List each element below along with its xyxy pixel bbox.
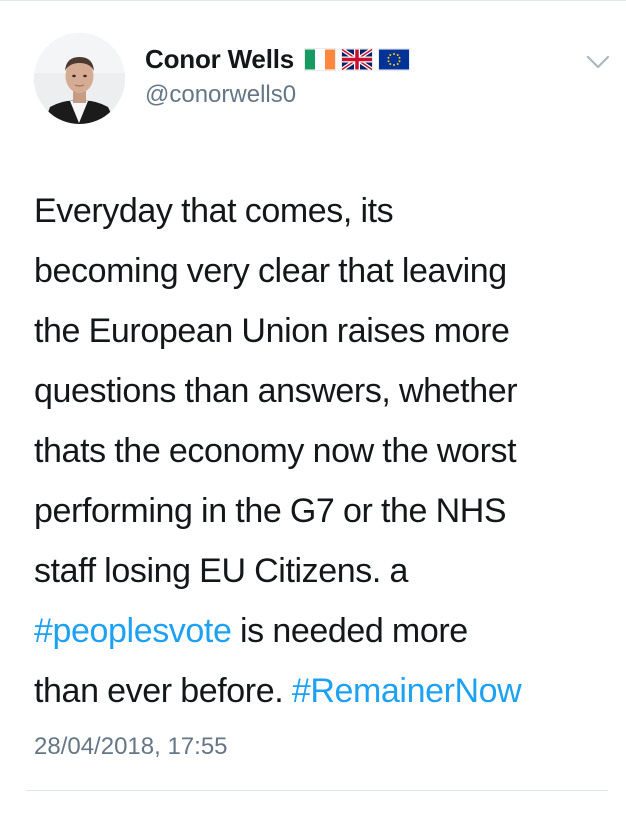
author-display-name[interactable]: Conor Wells	[145, 44, 294, 75]
eu-flag-icon	[378, 47, 411, 71]
tweet-text: Everyday that comes, its becoming very c…	[34, 181, 609, 721]
tweet-text-fragment: is needed more	[231, 612, 468, 650]
tweet-text-line: staff losing EU Citizens. a	[34, 552, 408, 590]
flag-emojis	[304, 47, 411, 71]
author-name-row: Conor Wells	[145, 44, 411, 75]
avatar-photo	[34, 33, 125, 124]
chevron-down-icon[interactable]	[585, 52, 611, 72]
tweet-text-line: questions than answers, whether	[34, 372, 518, 410]
hashtag-link-remainernow[interactable]: #RemainerNow	[292, 672, 522, 710]
author-handle[interactable]: @conorwells0	[145, 81, 296, 109]
bottom-divider	[26, 790, 608, 791]
tweet-text-line: #peoplesvote is needed more	[34, 601, 609, 661]
tweet-timestamp[interactable]: 28/04/2018, 17:55	[34, 733, 228, 761]
uk-flag-icon	[341, 47, 374, 71]
tweet-text-line: becoming very clear that leaving	[34, 252, 507, 290]
ireland-flag-icon	[304, 47, 337, 71]
tweet-text-line: the European Union raises more	[34, 312, 510, 350]
top-divider	[0, 0, 626, 1]
tweet-text-line: Everyday that comes, its	[34, 192, 394, 230]
tweet-text-fragment: than ever before.	[34, 672, 292, 710]
tweet-text-line: thats the economy now the worst	[34, 432, 517, 470]
tweet-text-line: than ever before. #RemainerNow	[34, 661, 609, 721]
hashtag-link-peoplesvote[interactable]: #peoplesvote	[34, 612, 232, 650]
avatar[interactable]	[34, 33, 125, 124]
tweet-text-line: performing in the G7 or the NHS	[34, 492, 507, 530]
